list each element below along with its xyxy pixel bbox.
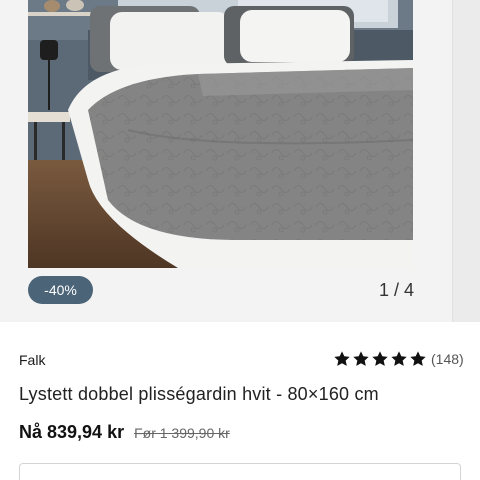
star-icon xyxy=(410,351,426,366)
product-title: Lystett dobbel plisségardin hvit - 80×16… xyxy=(19,384,379,404)
star-icon xyxy=(353,351,369,366)
rating-count: (148) xyxy=(431,351,464,367)
next-image-preview[interactable] xyxy=(452,0,480,322)
product-gallery[interactable]: -40% 1 / 4 xyxy=(0,0,480,322)
rating-stars xyxy=(333,350,428,368)
star-icon xyxy=(334,351,350,366)
star-icon xyxy=(372,351,388,366)
variant-selector[interactable] xyxy=(19,463,461,480)
slide-counter: 1 / 4 xyxy=(378,280,414,300)
bedroom-photo xyxy=(28,0,413,268)
discount-badge: -40% xyxy=(28,276,93,304)
product-image[interactable] xyxy=(28,0,413,268)
current-price: Nå 839,94 kr xyxy=(19,422,125,442)
star-icon xyxy=(391,351,407,366)
brand-name[interactable]: Falk xyxy=(19,352,45,368)
original-price: Før 1 399,90 kr xyxy=(134,425,230,441)
price-row: Nå 839,94 kr Før 1 399,90 kr xyxy=(19,422,230,443)
product-rating[interactable]: (148) xyxy=(333,350,464,368)
